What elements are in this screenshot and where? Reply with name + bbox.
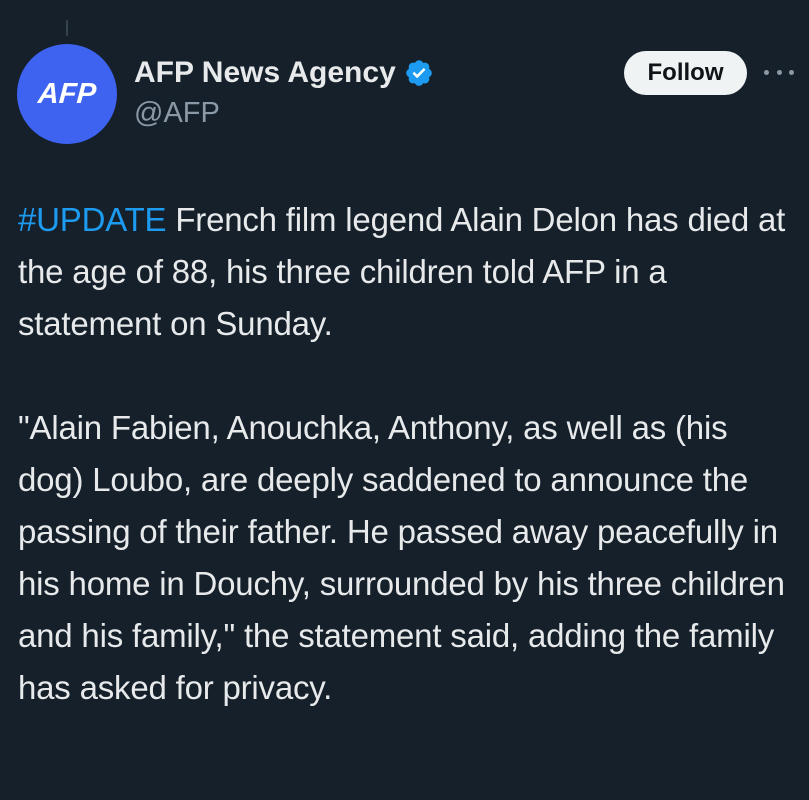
hashtag-link[interactable]: #UPDATE bbox=[18, 201, 167, 238]
author-handle[interactable]: @AFP bbox=[134, 97, 220, 130]
author-name-row: AFP News Agency bbox=[134, 54, 434, 92]
more-dot bbox=[776, 69, 782, 75]
more-options-icon[interactable] bbox=[764, 60, 794, 84]
verified-badge-icon bbox=[405, 60, 432, 86]
tweet-text: #UPDATE French film legend Alain Delon h… bbox=[18, 194, 798, 714]
follow-button[interactable]: Follow bbox=[624, 51, 747, 95]
avatar[interactable]: AFP bbox=[17, 44, 117, 144]
more-dot bbox=[789, 69, 794, 75]
author-display-name[interactable]: AFP News Agency bbox=[134, 56, 396, 90]
avatar-logo-text: AFP bbox=[36, 77, 98, 110]
more-dot bbox=[764, 69, 769, 75]
tweet-header: AFP AFP News Agency @AFP Follow bbox=[0, 0, 809, 160]
tweet-paragraph-1: #UPDATE French film legend Alain Delon h… bbox=[18, 194, 798, 350]
tweet-paragraph-2: "Alain Fabien, Anouchka, Anthony, as wel… bbox=[18, 409, 785, 706]
